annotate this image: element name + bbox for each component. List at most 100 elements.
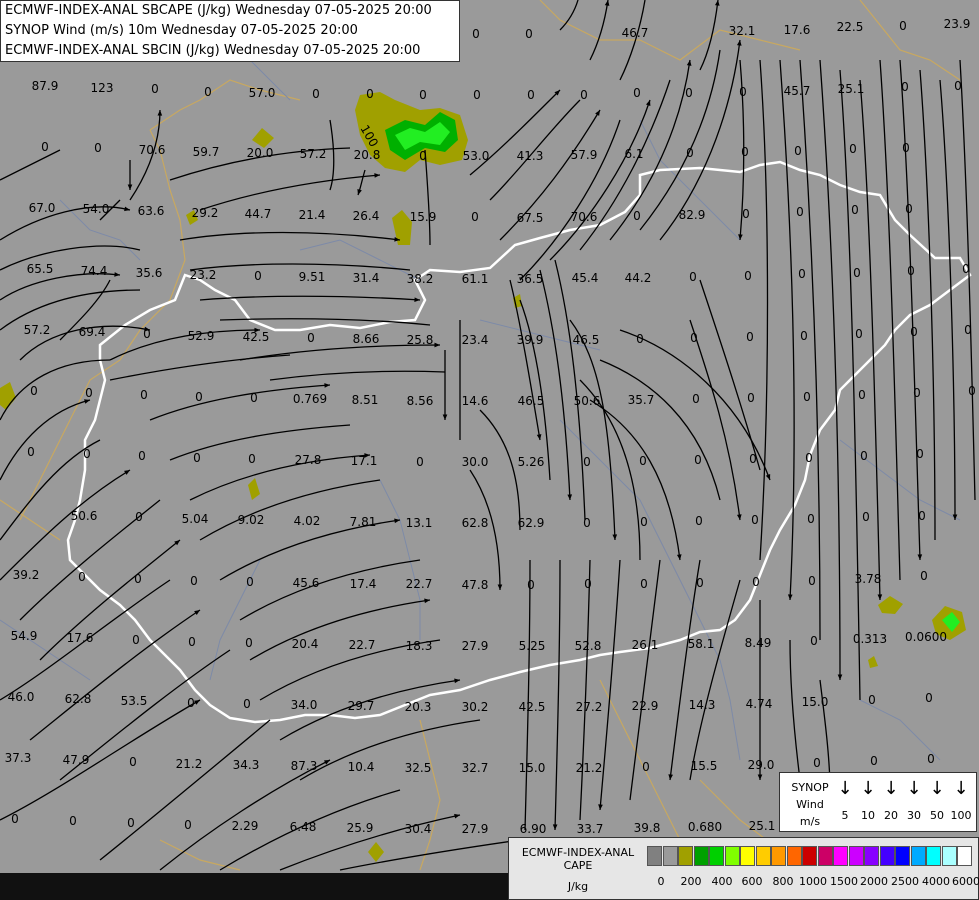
grid-value: 5.04 [182,512,209,526]
grid-value: 44.2 [625,271,652,285]
grid-value: 10.4 [348,760,375,774]
grid-value: 0 [245,636,253,650]
cape-tick-label: 6000 [952,875,979,888]
cape-swatch [833,846,848,866]
cape-swatch [755,846,771,866]
grid-value: 34.0 [291,698,318,712]
wind-legend-speed: ↓ 30 [903,778,925,823]
down-arrow-icon: ↓ [837,778,853,799]
cape-swatch [895,846,910,866]
title-sbcin: ECMWF-INDEX-ANAL SBCIN (J/kg) Wednesday … [5,43,421,58]
grid-value: 0 [190,574,198,588]
grid-value: 0 [580,88,588,102]
cape-tick-label: 2000 [860,875,888,888]
grid-value: 59.7 [193,145,220,159]
grid-value: 0 [694,453,702,467]
grid-value: 0 [633,209,641,223]
grid-value: 8.66 [353,332,380,346]
cape-legend-unit: J/kg [567,880,589,893]
grid-value: 46.7 [622,26,649,40]
grid-value: 0 [742,207,750,221]
grid-value: 0 [862,510,870,524]
grid-value: 0 [151,82,159,96]
grid-value: 0 [870,754,878,768]
grid-value: 5.26 [518,455,545,469]
grid-value: 0 [686,146,694,160]
grid-value: 17.6 [784,23,811,37]
grid-value: 0 [584,577,592,591]
grid-value: 0 [853,266,861,280]
grid-value: 0 [85,386,93,400]
grid-value: 0 [636,332,644,346]
grid-value: 45.7 [784,84,811,98]
grid-value: 35.7 [628,393,655,407]
grid-value: 0 [800,329,808,343]
down-arrow-icon: ↓ [953,778,969,799]
grid-value: 0 [135,510,143,524]
grid-value: 31.4 [353,271,380,285]
down-arrow-icon: ↓ [929,778,945,799]
grid-value: 14.6 [462,394,489,408]
grid-value: 0 [583,455,591,469]
cape-tick-label: 0 [657,875,665,888]
grid-value: 22.5 [837,20,864,34]
grid-value: 70.6 [571,210,598,224]
grid-value: 15.0 [519,761,546,775]
grid-value: 0 [27,445,35,459]
grid-value: 0 [685,86,693,100]
grid-value: 3.78 [855,572,882,586]
grid-value: 69.4 [79,325,106,339]
grid-value: 32.5 [405,761,432,775]
grid-value: 0 [925,691,933,705]
grid-value: 47.9 [63,753,90,767]
grid-value: 42.5 [243,330,270,344]
cape-tick-label: 800 [772,875,794,888]
grid-value: 0 [916,447,924,461]
grid-value: 0 [69,814,77,828]
grid-value: 8.56 [407,394,434,408]
grid-value: 0 [195,390,203,404]
map-background [0,0,979,900]
grid-value: 0.769 [293,392,327,406]
grid-value: 0 [419,88,427,102]
grid-value: 0 [696,576,704,590]
down-arrow-icon: ↓ [906,778,922,799]
grid-value: 30.0 [462,455,489,469]
grid-value: 0 [138,449,146,463]
cape-swatch [802,846,817,866]
grid-value: 25.9 [347,821,374,835]
grid-value: 6.48 [290,820,317,834]
grid-value: 0 [918,509,926,523]
grid-value: 0 [907,264,915,278]
grid-value: 52.8 [575,639,602,653]
grid-value: 62.8 [65,692,92,706]
grid-value: 39.8 [634,821,661,835]
cape-tick-label: 200 [680,875,702,888]
grid-value: 0 [810,634,818,648]
grid-value: 21.2 [176,757,203,771]
grid-value: 21.2 [576,761,603,775]
wind-legend-title-1: SYNOP [791,781,829,794]
grid-value: 67.0 [29,201,56,215]
grid-value: 0 [749,452,757,466]
grid-value: 26.1 [632,638,659,652]
grid-value: 54.9 [11,629,38,643]
grid-value: 0 [744,269,752,283]
cape-swatch [786,846,802,866]
grid-value: 0 [633,86,641,100]
grid-value: 82.9 [679,208,706,222]
grid-value: 87.9 [32,79,59,93]
grid-value: 0 [901,80,909,94]
grid-value: 6.1 [624,147,643,161]
cape-swatch [941,846,957,866]
grid-value: 0 [184,818,192,832]
grid-value: 57.0 [249,86,276,100]
grid-value: 46.5 [573,333,600,347]
grid-value: 0 [747,391,755,405]
grid-value: 7.81 [350,515,377,529]
grid-value: 0 [11,812,19,826]
cape-legend-title-line-2: CAPE [563,859,593,872]
grid-value: 46.0 [8,690,35,704]
grid-value: 0 [805,451,813,465]
grid-value: 0 [248,452,256,466]
